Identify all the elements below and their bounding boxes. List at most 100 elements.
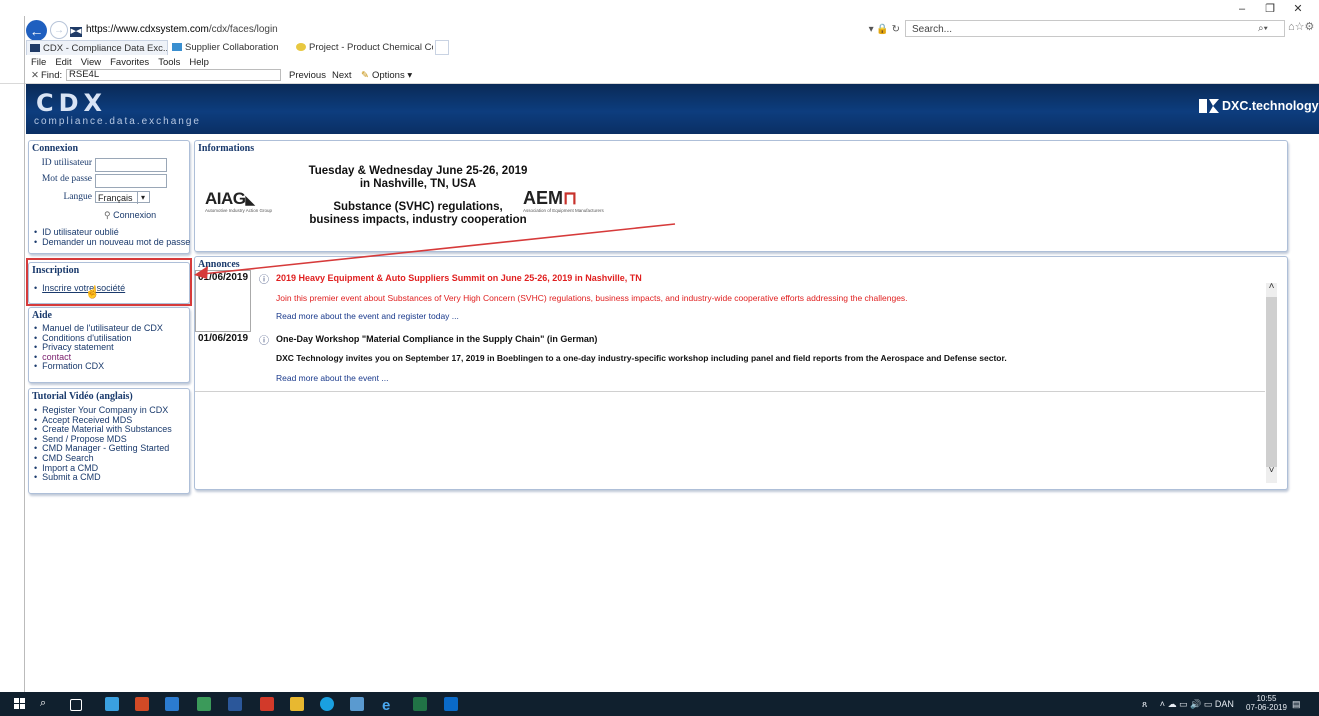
arrow-right-icon: →	[54, 24, 64, 36]
new-tab-button[interactable]	[435, 40, 449, 55]
window-controls: – ❐ ✕	[1228, 2, 1318, 16]
annotation-highlight-box	[26, 258, 192, 306]
windows-start-icon[interactable]	[14, 698, 25, 709]
language-select[interactable]: Français ▾	[95, 191, 150, 204]
arrow-left-icon: ←	[29, 22, 44, 39]
outlook-icon[interactable]	[444, 697, 458, 711]
tab-label: Supplier Collaboration	[185, 42, 279, 53]
app-icon[interactable]	[105, 697, 119, 711]
login-button[interactable]: ⚲ Connexion	[104, 210, 156, 221]
event-banner-date[interactable]: Tuesday & Wednesday June 25-26, 2019 in …	[293, 165, 543, 191]
app-icon[interactable]	[197, 697, 211, 711]
announcement-read-more-link[interactable]: Read more about the event ...	[276, 373, 388, 383]
close-window-icon[interactable]: ✕	[1284, 2, 1312, 15]
menu-help[interactable]: Help	[189, 57, 209, 68]
announcement-body: DXC Technology invites you on September …	[276, 353, 1007, 363]
announcement-title[interactable]: One-Day Workshop "Material Compliance in…	[276, 334, 597, 344]
window-edge	[24, 16, 25, 692]
powerpoint-icon[interactable]	[135, 697, 149, 711]
notifications-icon[interactable]: ▤	[1292, 696, 1301, 712]
excel-icon[interactable]	[413, 697, 427, 711]
url-domain: https://www.cdxsystem.com	[86, 24, 209, 35]
gear-icon[interactable]: ⚙	[1305, 21, 1315, 33]
language-indicator[interactable]: DAN	[1215, 699, 1234, 709]
announcement-read-more-link[interactable]: Read more about the event and register t…	[276, 311, 459, 321]
internet-explorer-icon[interactable]: e	[382, 697, 396, 714]
language-label: Langue	[63, 192, 93, 202]
minimize-icon[interactable]: –	[1228, 3, 1256, 15]
search-icon[interactable]: ⌕▾	[1258, 20, 1282, 37]
menu-favorites[interactable]: Favorites	[110, 57, 149, 68]
close-icon[interactable]: ✕	[31, 69, 39, 82]
file-explorer-icon[interactable]	[290, 697, 304, 711]
user-id-label: ID utilisateur	[41, 158, 92, 168]
announcement-body: Join this premier event about Substances…	[276, 293, 908, 303]
tutorial-panel: Tutorial Vidéo (anglais) Register Your C…	[28, 388, 190, 494]
system-tray: ጸ ˄ ☁ ▭ 🔊 ▭ DAN 10:55 07-06-2019 ▤	[1142, 694, 1312, 712]
search-icon[interactable]: ⌕	[40, 697, 54, 711]
password-input[interactable]	[95, 174, 167, 188]
menu-file[interactable]: File	[31, 57, 46, 68]
word-icon[interactable]	[228, 697, 242, 711]
aide-title: Aide	[32, 310, 52, 321]
tab-label: CDX - Compliance Data Exc...	[43, 43, 168, 54]
pdf-icon[interactable]	[260, 697, 274, 711]
refresh-icon[interactable]: ↻	[892, 24, 900, 35]
dropdown-icon[interactable]: ▾	[869, 24, 874, 35]
find-input[interactable]: RSE4L	[66, 69, 281, 81]
tab-project[interactable]: Project - Product Chemical Co...	[293, 40, 433, 55]
app-icon[interactable]	[350, 697, 364, 711]
lock-icon[interactable]: 🔒	[876, 24, 888, 35]
find-options-label: Options ▾	[371, 70, 413, 81]
aem-logo: AEM⊓	[523, 188, 577, 209]
chevron-down-icon[interactable]: ˅	[1266, 465, 1277, 477]
display-icon[interactable]: ▭	[1204, 699, 1213, 709]
menu-edit[interactable]: Edit	[55, 57, 71, 68]
clock[interactable]: 10:55 07-06-2019	[1246, 694, 1287, 712]
find-previous-button[interactable]: Previous	[289, 69, 326, 82]
password-label: Mot de passe	[41, 174, 92, 184]
chevron-up-icon[interactable]: ˄	[1266, 281, 1277, 293]
menu-tools[interactable]: Tools	[158, 57, 180, 68]
url-path: /cdx/faces/login	[208, 24, 278, 35]
find-options-button[interactable]: ✎ Options ▾	[361, 69, 412, 82]
connexion-panel: Connexion ID utilisateur Mot de passe La…	[28, 140, 190, 254]
forward-button[interactable]: →	[50, 21, 68, 39]
tutorial-link[interactable]: Submit a CMD	[34, 472, 172, 483]
menu-view[interactable]: View	[81, 57, 101, 68]
volume-icon[interactable]: 🔊	[1190, 699, 1201, 709]
sharepoint-favicon-icon	[172, 43, 182, 51]
info-icon[interactable]: ⓘ	[259, 332, 269, 347]
find-next-button[interactable]: Next	[332, 69, 352, 82]
star-icon[interactable]: ☆	[1295, 21, 1305, 33]
cdx-logo[interactable]: CDX	[36, 89, 107, 117]
aem-logo-text: AEM	[523, 188, 563, 208]
cloud-icon[interactable]: ☁	[1168, 699, 1177, 709]
tab-label: Project - Product Chemical Co...	[309, 42, 433, 53]
highlight-icon: ✎	[361, 70, 369, 81]
search-placeholder: Search...	[912, 24, 953, 35]
training-link[interactable]: Formation CDX	[34, 362, 163, 372]
key-icon: ⚲	[104, 210, 111, 220]
browser-search-input[interactable]: Search...	[905, 20, 1285, 37]
home-icon[interactable]: ⌂	[1288, 21, 1295, 33]
annotation-arrow	[194, 223, 676, 279]
app-icon[interactable]	[165, 697, 179, 711]
find-bar: ✕ Find: RSE4L Previous Next ✎ Options ▾	[26, 69, 1316, 82]
address-bar[interactable]: ▶◀ https://www.cdxsystem.com/cdx/faces/lo…	[70, 20, 900, 39]
browser-chrome: – ❐ ✕ ← → ▶◀ https://www.cdxsystem.com/cdx/…	[0, 0, 1319, 84]
task-view-icon[interactable]	[70, 699, 82, 711]
chevron-up-icon[interactable]: ˄	[1160, 699, 1165, 709]
toolbar-icons: ⌂☆⚙	[1288, 20, 1318, 37]
scrollbar-thumb[interactable]	[1266, 297, 1277, 467]
request-password-link[interactable]: Demander un nouveau mot de passe	[34, 237, 190, 248]
skype-icon[interactable]	[320, 697, 334, 711]
login-button-label: Connexion	[113, 210, 157, 220]
tab-cdx[interactable]: CDX - Compliance Data Exc...×	[26, 40, 168, 55]
restore-icon[interactable]: ❐	[1256, 2, 1284, 15]
network-icon[interactable]: ▭	[1179, 699, 1188, 709]
back-button[interactable]: ←	[26, 20, 47, 41]
people-icon[interactable]: ጸ	[1142, 699, 1147, 709]
tab-supplier-collaboration[interactable]: Supplier Collaboration	[169, 40, 291, 55]
user-id-input[interactable]	[95, 158, 167, 172]
